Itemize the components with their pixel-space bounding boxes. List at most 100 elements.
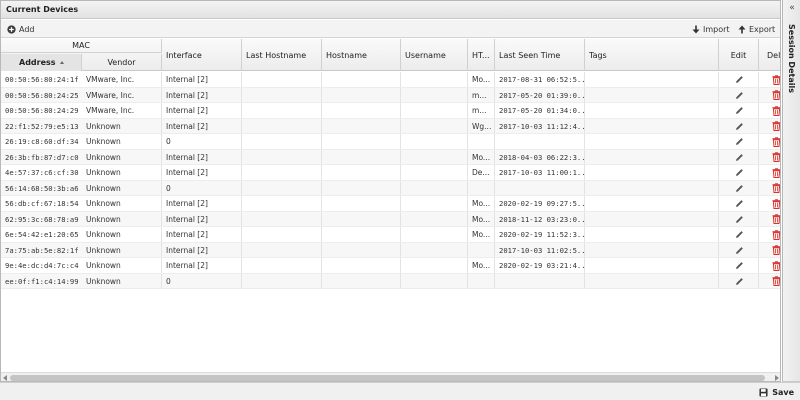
table-row[interactable]: 9e:4e:dc:d4:7c:c4 Unknown Internal [2] Mo..…: [1, 258, 780, 274]
column-divider: [494, 165, 495, 180]
horizontal-scrollbar[interactable]: [1, 372, 780, 381]
save-button[interactable]: Save: [759, 385, 794, 399]
column-divider: [241, 242, 242, 257]
table-row[interactable]: 00:50:56:80:24:29 VMware, Inc. Internal [2…: [1, 103, 780, 119]
cell-address: 56:db:cf:67:18:54: [5, 199, 79, 208]
column-divider: [584, 149, 585, 164]
trash-icon[interactable]: [769, 243, 780, 258]
table-row[interactable]: 62:95:3c:68:78:a9 Unknown Internal [2] Mo..…: [1, 211, 780, 227]
pencil-icon[interactable]: [719, 243, 759, 258]
trash-icon[interactable]: [769, 72, 780, 87]
pencil-icon[interactable]: [719, 196, 759, 211]
trash-icon[interactable]: [769, 88, 780, 103]
current-devices-panel: Current Devices Add Import Export MAC Ad…: [0, 0, 781, 382]
table-row[interactable]: ee:0f:f1:c4:14:99 Unknown 0: [1, 273, 780, 289]
table-row[interactable]: 26:19:c8:60:df:34 Unknown 0: [1, 134, 780, 150]
cell-vendor: Unknown: [86, 183, 121, 193]
column-divider: [321, 134, 322, 149]
cell-hostname: [322, 196, 401, 211]
pencil-icon[interactable]: [719, 212, 759, 227]
column-address[interactable]: Address: [1, 54, 82, 71]
table-row[interactable]: 56:db:cf:67:18:54 Unknown Internal [2] Mo..…: [1, 196, 780, 212]
session-details-panel[interactable]: « Session Details: [782, 0, 800, 382]
column-tags[interactable]: Tags: [585, 39, 719, 71]
column-vendor[interactable]: Vendor: [82, 54, 162, 71]
app-frame: Current Devices Add Import Export MAC Ad…: [0, 0, 800, 400]
cell-last-hostname: [242, 181, 322, 196]
session-details-title: Session Details: [787, 24, 796, 93]
trash-icon[interactable]: [769, 181, 780, 196]
cell-last-seen-time: 2017-10-03 11:02:5...: [499, 245, 585, 255]
pencil-icon[interactable]: [719, 119, 759, 134]
cell-interface: Internal [2]: [166, 121, 208, 131]
cell-tags: [585, 274, 719, 289]
table-row[interactable]: 7a:75:ab:5e:82:1f Unknown Internal [2] 2017…: [1, 242, 780, 258]
pencil-icon[interactable]: [719, 258, 759, 273]
scrollbar-thumb[interactable]: [10, 375, 765, 381]
column-divider: [494, 196, 495, 211]
table-row[interactable]: 4e:57:37:c6:cf:30 Unknown Internal [2] De..…: [1, 165, 780, 181]
pencil-icon[interactable]: [719, 227, 759, 242]
column-username[interactable]: Username: [401, 39, 468, 71]
pencil-icon[interactable]: [719, 165, 759, 180]
cell-ht: [468, 243, 495, 258]
cell-ht: Mo...: [472, 261, 491, 270]
column-last-hostname[interactable]: Last Hostname: [242, 39, 322, 71]
cell-hostname: [322, 150, 401, 165]
table-row[interactable]: 6e:54:42:e1:20:65 Unknown Internal [2] Mo..…: [1, 227, 780, 243]
pencil-icon[interactable]: [719, 150, 759, 165]
cell-tags: [585, 134, 719, 149]
pencil-icon[interactable]: [719, 274, 759, 289]
trash-icon[interactable]: [769, 119, 780, 134]
cell-ht: Wg...: [472, 121, 492, 131]
trash-icon[interactable]: [769, 212, 780, 227]
pencil-icon[interactable]: [719, 88, 759, 103]
table-row[interactable]: 00:50:56:80:24:25 VMware, Inc. Internal [2…: [1, 87, 780, 103]
trash-icon[interactable]: [769, 227, 780, 242]
table-row[interactable]: 22:f1:52:79:e5:13 Unknown Internal [2] Wg..…: [1, 118, 780, 134]
scroll-left-icon[interactable]: [3, 375, 7, 381]
column-divider: [467, 118, 468, 133]
cell-username: [401, 134, 468, 149]
add-button[interactable]: Add: [4, 21, 38, 37]
trash-icon[interactable]: [769, 103, 780, 118]
table-row[interactable]: 26:3b:fb:87:d7:c0 Unknown Internal [2] Mo..…: [1, 149, 780, 165]
export-label: Export: [749, 24, 776, 34]
cell-last-hostname: [242, 134, 322, 149]
table-row[interactable]: 00:50:56:80:24:1f VMware, Inc. Internal [2…: [1, 72, 780, 88]
cell-interface: Internal [2]: [166, 245, 208, 255]
export-button[interactable]: Export: [735, 21, 778, 37]
cell-address: 00:50:56:80:24:25: [5, 90, 79, 100]
scroll-right-icon[interactable]: [775, 375, 779, 381]
cell-hostname: [322, 181, 401, 196]
column-hostname[interactable]: Hostname: [322, 39, 401, 71]
column-divider: [467, 103, 468, 118]
column-divider: [241, 165, 242, 180]
cell-last-seen-time: 2018-11-12 03:23:0...: [499, 214, 585, 224]
double-chevron-left-icon[interactable]: «: [786, 3, 798, 15]
column-divider: [494, 118, 495, 133]
column-divider: [241, 180, 242, 195]
pencil-icon[interactable]: [719, 103, 759, 118]
column-divider: [467, 180, 468, 195]
table-row[interactable]: 56:14:68:50:3b:a6 Unknown 0: [1, 180, 780, 196]
column-divider: [321, 149, 322, 164]
pencil-icon[interactable]: [719, 134, 759, 149]
pencil-icon[interactable]: [719, 181, 759, 196]
column-last-seen-time[interactable]: Last Seen Time: [495, 39, 585, 71]
trash-icon[interactable]: [769, 258, 780, 273]
pencil-icon[interactable]: [719, 72, 759, 87]
import-button[interactable]: Import: [689, 21, 733, 37]
column-divider: [467, 134, 468, 149]
cell-tags: [585, 243, 719, 258]
trash-icon[interactable]: [769, 150, 780, 165]
trash-icon[interactable]: [769, 274, 780, 289]
column-divider: [400, 227, 401, 242]
cell-vendor: Unknown: [86, 276, 121, 286]
trash-icon[interactable]: [769, 165, 780, 180]
column-interface[interactable]: Interface: [162, 39, 242, 71]
column-ht[interactable]: HT...: [468, 39, 495, 71]
trash-icon[interactable]: [769, 196, 780, 211]
cell-address: 6e:54:42:e1:20:65: [5, 230, 79, 239]
trash-icon[interactable]: [769, 134, 780, 149]
